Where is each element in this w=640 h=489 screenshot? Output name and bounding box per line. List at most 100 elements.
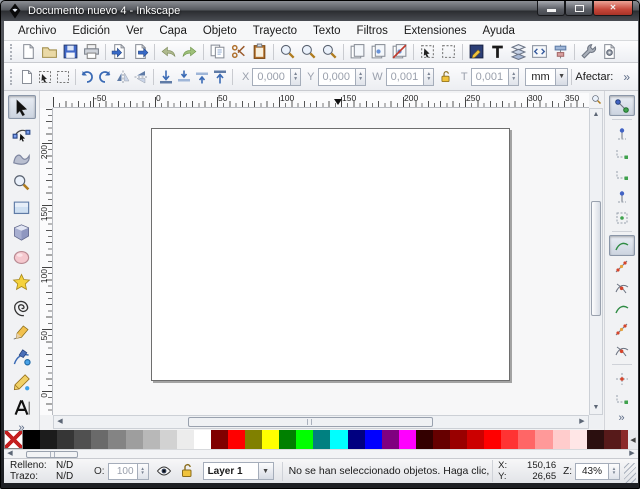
zoom-drawing-button[interactable]	[298, 42, 319, 62]
snap-bbox-midpoints-button[interactable]	[609, 186, 635, 207]
snap-bbox-centers-button[interactable]	[609, 207, 635, 228]
palette-swatch[interactable]	[399, 430, 416, 449]
snap-cusp-nodes-button[interactable]	[609, 298, 635, 319]
horizontal-scroll-thumb[interactable]	[188, 417, 434, 427]
menu-edicion[interactable]: Edición	[64, 23, 118, 39]
ungroup-button[interactable]	[438, 42, 459, 62]
units-dropdown-button[interactable]: ▼	[556, 68, 569, 86]
palette-swatch[interactable]	[296, 430, 313, 449]
raise-button[interactable]	[193, 67, 211, 87]
menu-extensiones[interactable]: Extensiones	[396, 23, 475, 39]
horizontal-scrollbar[interactable]: ◀ ▶	[53, 415, 589, 429]
maximize-button[interactable]	[565, 1, 593, 16]
snap-bbox-button[interactable]	[609, 123, 635, 144]
menu-texto[interactable]: Texto	[305, 23, 349, 39]
palette-swatch[interactable]	[553, 430, 570, 449]
tweak-tool-button[interactable]	[8, 145, 36, 169]
ellipse-tool-button[interactable]	[8, 245, 36, 269]
snap-paths-button[interactable]	[609, 256, 635, 277]
deselect-button[interactable]	[54, 67, 72, 87]
y-field[interactable]: 0,000	[318, 68, 357, 86]
text-dialog-button[interactable]	[487, 42, 508, 62]
export-button[interactable]	[130, 42, 151, 62]
palette-swatch[interactable]	[467, 430, 484, 449]
new-document-button[interactable]	[18, 42, 39, 62]
height-spinner[interactable]: ▲▼	[509, 68, 519, 86]
snap-bbox-corners-button[interactable]	[609, 165, 635, 186]
paste-button[interactable]	[249, 42, 270, 62]
corner-zoom-button[interactable]	[589, 91, 603, 108]
zoom-field[interactable]: 43%	[575, 463, 609, 480]
save-button[interactable]	[60, 42, 81, 62]
open-document-button[interactable]	[39, 42, 60, 62]
snap-nodes-button[interactable]	[609, 235, 635, 256]
palette-swatch[interactable]	[330, 430, 347, 449]
menu-ayuda[interactable]: Ayuda	[475, 23, 523, 39]
spiral-tool-button[interactable]	[8, 295, 36, 319]
import-button[interactable]	[109, 42, 130, 62]
palette-swatch[interactable]	[143, 430, 160, 449]
palette-swatch[interactable]	[160, 430, 177, 449]
palette-swatch[interactable]	[177, 430, 194, 449]
select-all-layers-button[interactable]	[36, 67, 54, 87]
horizontal-ruler[interactable]: -50 0 50 100 150 200 250 300 350	[53, 93, 589, 108]
palette-swatch[interactable]	[535, 430, 552, 449]
layer-dropdown-button[interactable]: ▼	[259, 462, 274, 480]
palette-swatch[interactable]	[262, 430, 279, 449]
menu-capa[interactable]: Capa	[151, 23, 195, 39]
toolbar-grip[interactable]	[10, 44, 15, 60]
palette-swatch-none[interactable]	[4, 430, 23, 449]
raise-to-top-button[interactable]	[211, 67, 229, 87]
palette-swatch[interactable]	[126, 430, 143, 449]
lower-button[interactable]	[175, 67, 193, 87]
undo-button[interactable]	[158, 42, 179, 62]
y-spinner[interactable]: ▲▼	[356, 68, 366, 86]
width-spinner[interactable]: ▲▼	[424, 68, 434, 86]
menu-ver[interactable]: Ver	[118, 23, 151, 39]
snap-bbox-edges-button[interactable]	[609, 144, 635, 165]
lower-to-bottom-button[interactable]	[157, 67, 175, 87]
palette-swatch[interactable]	[382, 430, 399, 449]
text-tool-button[interactable]	[8, 395, 36, 419]
palette-swatch[interactable]	[279, 430, 296, 449]
create-clone-button[interactable]	[368, 42, 389, 62]
units-select[interactable]: mm	[525, 68, 555, 86]
palette-swatch[interactable]	[245, 430, 262, 449]
scroll-right-icon[interactable]: ▶	[576, 416, 588, 428]
document-properties-button[interactable]	[599, 42, 620, 62]
xml-editor-button[interactable]	[529, 42, 550, 62]
palette-swatch[interactable]	[450, 430, 467, 449]
align-distribute-button[interactable]	[550, 42, 571, 62]
height-field[interactable]: 0,001	[471, 68, 510, 86]
palette-swatch[interactable]	[365, 430, 382, 449]
calligraphy-tool-button[interactable]	[8, 370, 36, 394]
pencil-tool-button[interactable]	[8, 320, 36, 344]
layer-select[interactable]: Layer 1	[203, 462, 259, 480]
flip-vertical-button[interactable]	[132, 67, 150, 87]
menu-trayecto[interactable]: Trayecto	[245, 23, 305, 39]
rotate-cw-button[interactable]	[96, 67, 114, 87]
palette-swatch[interactable]	[23, 430, 40, 449]
vertical-scroll-thumb[interactable]	[591, 201, 601, 317]
scroll-up-icon[interactable]: ▲	[590, 109, 602, 121]
layer-visibility-eye-icon[interactable]	[156, 463, 172, 479]
snapbar-overflow-button[interactable]: »	[618, 412, 624, 424]
palette-swatch[interactable]	[348, 430, 365, 449]
group-button[interactable]	[417, 42, 438, 62]
flip-horizontal-button[interactable]	[114, 67, 132, 87]
menu-objeto[interactable]: Objeto	[195, 23, 245, 39]
node-tool-button[interactable]	[8, 120, 36, 144]
x-field[interactable]: 0,000	[252, 68, 291, 86]
palette-scrollbar[interactable]: ◀ ▶	[4, 449, 638, 458]
document-page[interactable]	[151, 128, 510, 381]
scroll-left-icon[interactable]: ◀	[54, 416, 66, 428]
canvas[interactable]	[53, 108, 589, 415]
resize-grip[interactable]	[624, 463, 636, 483]
layers-dialog-button[interactable]	[508, 42, 529, 62]
copy-button[interactable]	[207, 42, 228, 62]
opacity-spinner[interactable]: ▲▼	[138, 463, 149, 480]
palette-swatch[interactable]	[57, 430, 74, 449]
palette-swatch[interactable]	[194, 430, 211, 449]
fill-stroke-dialog-button[interactable]	[466, 42, 487, 62]
menu-archivo[interactable]: Archivo	[10, 23, 64, 39]
